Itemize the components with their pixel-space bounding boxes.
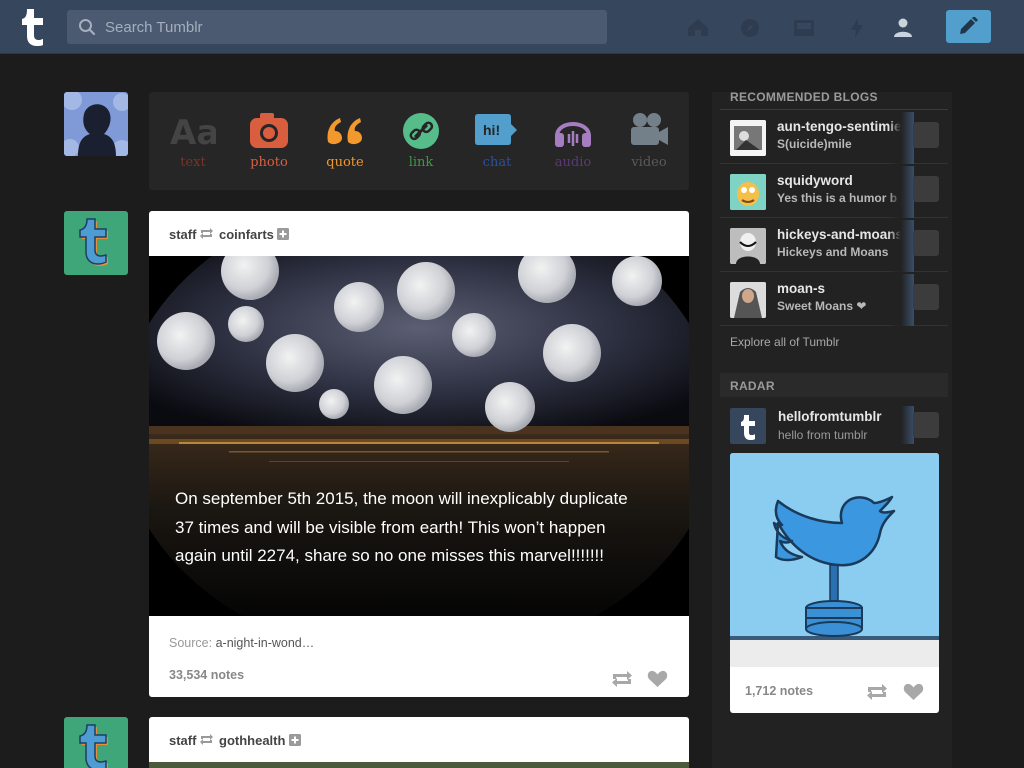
post-footer: Source: a-night-in-wond… 33,534 notes <box>149 616 689 697</box>
account-user-icon[interactable] <box>891 16 915 40</box>
post-type-label: chat <box>482 155 512 170</box>
follow-button[interactable] <box>913 230 939 256</box>
bird-statue-image <box>730 453 939 667</box>
like-heart-icon[interactable] <box>647 670 668 688</box>
post-notes-count[interactable]: 33,534 notes <box>169 668 244 682</box>
recommended-blog-item[interactable]: hickeys-and-moans Hickeys and Moans <box>720 218 948 272</box>
user-avatar[interactable] <box>64 92 128 156</box>
reblog-icon <box>200 228 213 239</box>
post-type-photo[interactable]: photo <box>231 110 307 180</box>
post-source-blog[interactable]: gothhealth <box>219 733 285 748</box>
radar-post-image[interactable] <box>730 453 939 667</box>
radar-blog-row[interactable]: hellofromtumblr hello from tumblr <box>720 400 948 450</box>
camera-icon <box>250 113 288 148</box>
post-card: staff gothhealth <box>149 717 689 768</box>
chat-bubble-icon: hi! <box>475 114 517 145</box>
section-title: RECOMMENDED BLOGS <box>730 90 878 104</box>
post-type-label: text <box>180 155 206 170</box>
post-source: Source: a-night-in-wond… <box>169 636 314 650</box>
explore-all-link[interactable]: Explore all of Tumblr <box>730 335 839 349</box>
svg-text:Aa: Aa <box>170 113 216 152</box>
tumblr-logo[interactable] <box>18 7 50 47</box>
radar-header: RADAR <box>720 373 948 397</box>
blog-avatar[interactable] <box>730 408 766 444</box>
post-photo[interactable] <box>149 762 689 768</box>
post-author-avatar[interactable] <box>64 211 128 275</box>
post-type-label: quote <box>326 155 364 170</box>
post-type-link[interactable]: link <box>383 110 459 180</box>
post-header: staff coinfarts <box>149 211 689 256</box>
fade-overlay <box>888 166 914 218</box>
recommended-blog-item[interactable]: aun-tengo-sentimie S(uicide)mile <box>720 110 948 164</box>
blog-avatar[interactable] <box>730 174 766 210</box>
like-heart-icon[interactable] <box>903 683 924 701</box>
photo-caption: On september 5th 2015, the moon will ine… <box>175 489 628 565</box>
post-type-audio[interactable]: audio <box>535 110 611 180</box>
search-input[interactable] <box>105 10 595 44</box>
post-type-quote[interactable]: quote <box>307 110 383 180</box>
post-notes-count[interactable]: 1,712 notes <box>745 684 813 698</box>
recommended-blog-item[interactable]: moan-s Sweet Moans ❤ <box>720 272 948 326</box>
search-bar[interactable] <box>67 10 607 44</box>
blog-avatar[interactable] <box>730 282 766 318</box>
blog-avatar[interactable] <box>730 120 766 156</box>
reblog-icon[interactable] <box>611 670 633 688</box>
post-type-label: audio <box>554 155 592 170</box>
post-header: staff gothhealth <box>149 717 689 762</box>
fade-overlay <box>888 112 914 164</box>
follow-button[interactable] <box>913 412 939 438</box>
post-blog-name[interactable]: staff <box>169 227 196 242</box>
source-link[interactable]: a-night-in-wond… <box>216 636 315 650</box>
blog-avatar[interactable] <box>730 228 766 264</box>
link-icon <box>403 113 439 149</box>
home-icon[interactable] <box>686 16 710 40</box>
explore-compass-icon[interactable] <box>738 16 762 40</box>
post-type-label: photo <box>250 155 288 170</box>
headphones-icon <box>555 122 591 147</box>
inbox-icon[interactable] <box>792 16 816 40</box>
follow-button[interactable] <box>913 122 939 148</box>
post-author-avatar[interactable] <box>64 717 128 768</box>
follow-button[interactable] <box>913 284 939 310</box>
fade-overlay <box>888 406 914 444</box>
post-type-video[interactable]: video <box>611 110 687 180</box>
post-type-label: link <box>408 155 434 170</box>
text-icon: Aa <box>170 113 216 152</box>
recommended-blog-item[interactable]: squidyword Yes this is a humor b <box>720 164 948 218</box>
reblog-icon[interactable] <box>866 683 888 701</box>
fade-overlay <box>888 274 914 326</box>
post-source-blog[interactable]: coinfarts <box>219 227 274 242</box>
compose-post-button[interactable] <box>946 10 991 43</box>
recommended-blogs-header: RECOMMENDED BLOGS <box>720 90 948 110</box>
section-title: RADAR <box>730 379 775 393</box>
pencil-icon <box>960 17 978 34</box>
post-type-bar: Aa text photo quote link hi! chat audio … <box>149 92 689 190</box>
post-card: staff coinfarts On september 5th 2015, t… <box>149 211 689 697</box>
follow-button[interactable] <box>913 176 939 202</box>
post-photo[interactable]: On september 5th 2015, the moon will ine… <box>149 256 689 616</box>
post-type-chat[interactable]: hi! chat <box>459 110 535 180</box>
radar-post-card: 1,712 notes <box>730 453 939 713</box>
search-icon <box>79 19 96 36</box>
svg-text:hi!: hi! <box>483 122 500 138</box>
follow-plus-icon[interactable] <box>289 734 301 746</box>
post-blog-name[interactable]: staff <box>169 733 196 748</box>
quote-icon <box>327 118 362 145</box>
reblog-icon <box>200 734 213 745</box>
fade-overlay <box>888 220 914 272</box>
post-type-label: video <box>631 155 667 170</box>
post-type-text[interactable]: Aa text <box>155 110 231 180</box>
radar-post-footer: 1,712 notes <box>730 667 939 713</box>
source-label: Source: <box>169 636 213 650</box>
activity-bolt-icon[interactable] <box>845 16 869 40</box>
top-header <box>0 0 1024 54</box>
video-camera-icon <box>631 113 668 145</box>
follow-plus-icon[interactable] <box>277 228 289 240</box>
